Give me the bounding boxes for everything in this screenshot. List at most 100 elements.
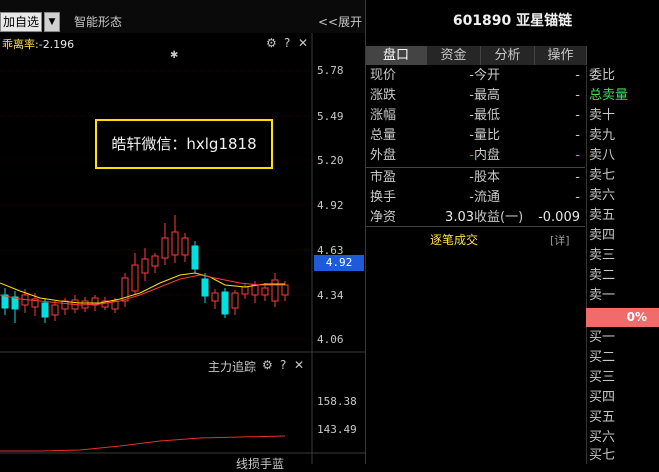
candle-body — [191, 245, 199, 270]
overlay-text-box: 皓轩微信：hxlg1818 — [95, 119, 273, 169]
order-ratio-label: 委比 — [589, 68, 616, 83]
bias-label: 乖离率: — [2, 38, 39, 51]
candle-body — [221, 291, 229, 315]
tab-operation[interactable]: 操作 — [535, 46, 587, 65]
sell-level: 卖七 — [589, 168, 616, 183]
bias-value: -2.196 — [38, 38, 75, 51]
candle-body — [231, 292, 239, 309]
expand-button[interactable]: <<展开 — [318, 13, 362, 30]
sub-axis-label: 158.38 — [317, 395, 357, 408]
info-label: 换手 — [370, 190, 397, 205]
info-label: 最低 — [474, 108, 501, 123]
info-value: - — [469, 128, 474, 143]
candle-body — [281, 284, 289, 296]
info-value: - — [575, 68, 580, 83]
info-value: - — [469, 148, 474, 163]
sell-level: 卖八 — [589, 148, 616, 163]
info-divider — [366, 226, 585, 227]
bias-indicator: 乖离率:-2.196 — [2, 36, 74, 52]
price-axis-label: 4.92 — [317, 199, 344, 212]
info-value: - — [469, 88, 474, 103]
info-value: - — [469, 170, 474, 185]
info-value: - — [575, 148, 580, 163]
info-label: 总量 — [370, 128, 397, 143]
info-label: 量比 — [474, 128, 501, 143]
tab-pankou[interactable]: 盘口 — [366, 46, 427, 65]
info-label: 最高 — [474, 88, 501, 103]
detail-link[interactable]: [详] — [550, 232, 570, 248]
tick-trades-link[interactable]: 逐笔成交 — [430, 231, 478, 248]
candle-body — [251, 284, 259, 296]
help-icon[interactable]: ? — [284, 36, 290, 50]
info-value: - — [469, 68, 474, 83]
sell-level: 卖四 — [589, 228, 616, 243]
close-icon[interactable]: ✕ — [294, 358, 304, 372]
sell-level: 卖五 — [589, 208, 616, 223]
buy-level: 买五 — [589, 410, 616, 425]
info-label: 涨幅 — [370, 108, 397, 123]
watchlist-dropdown-icon[interactable]: ▼ — [44, 12, 60, 32]
sell-level: 卖三 — [589, 248, 616, 263]
info-row: 外盘 - 内盘 - — [366, 146, 586, 166]
sub-axis-label: 143.49 — [317, 423, 357, 436]
candle-body — [271, 279, 279, 302]
info-row: 涨幅 - 最低 - — [366, 106, 586, 126]
order-book: 委比 总卖量 卖十 卖九 卖八 卖七 卖六 卖五 卖四 卖三 卖二 卖一 买一 … — [586, 66, 659, 464]
main-force-line — [0, 435, 286, 452]
gear-icon[interactable]: ⚙ — [266, 36, 277, 50]
price-axis-label: 5.20 — [317, 154, 344, 167]
candle-body — [51, 304, 59, 316]
info-value: 3.03 — [445, 210, 474, 225]
info-value: - — [575, 128, 580, 143]
info-label: 现价 — [370, 68, 397, 83]
info-row: 换手 - 流通 - — [366, 188, 586, 208]
candle-body — [181, 237, 189, 256]
stock-name: 亚星锚链 — [516, 13, 573, 29]
price-axis-label: 4.06 — [317, 333, 344, 346]
buy-level: 买四 — [589, 390, 616, 405]
info-label: 股本 — [474, 170, 501, 185]
info-row: 现价 - 今开 - — [366, 66, 586, 86]
candle-body — [41, 302, 49, 318]
candle-body — [211, 292, 219, 302]
order-ratio-value: 0% — [626, 310, 647, 324]
candle-body — [241, 286, 249, 295]
info-label: 今开 — [474, 68, 501, 83]
gear-icon[interactable]: ⚙ — [262, 358, 273, 372]
buy-level: 买七 — [589, 448, 616, 463]
info-value: -0.009 — [538, 210, 580, 225]
tab-funds[interactable]: 资金 — [427, 46, 481, 65]
info-value: - — [575, 190, 580, 205]
info-label: 市盈 — [370, 170, 397, 185]
current-price-tag: 4.92 — [314, 255, 364, 271]
buy-level: 买一 — [589, 330, 616, 345]
sell-level: 卖六 — [589, 188, 616, 203]
buy-level: 买三 — [589, 370, 616, 385]
marker-icon: ✱ — [170, 50, 178, 61]
info-value: - — [575, 88, 580, 103]
candle-body — [141, 258, 149, 274]
candle-body — [151, 255, 159, 267]
buy-level: 买六 — [589, 430, 616, 445]
info-row: 市盈 - 股本 - — [366, 168, 586, 188]
candle-body — [161, 237, 169, 259]
info-value: - — [575, 108, 580, 123]
buy-level: 买二 — [589, 350, 616, 365]
info-row: 总量 - 量比 - — [366, 126, 586, 146]
info-tabs: 盘口 资金 分析 操作 — [366, 46, 587, 66]
close-icon[interactable]: ✕ — [298, 36, 308, 50]
smart-pattern-link[interactable]: 智能形态 — [74, 13, 122, 30]
help-icon[interactable]: ? — [280, 358, 286, 372]
info-value: - — [575, 170, 580, 185]
info-value: - — [469, 190, 474, 205]
add-watchlist-button[interactable]: 加自选 — [0, 12, 43, 32]
candle-body — [1, 294, 9, 309]
info-label: 涨跌 — [370, 88, 397, 103]
sell-level: 卖九 — [589, 128, 616, 143]
kline-chart[interactable]: ✱ — [0, 33, 365, 464]
tab-analysis[interactable]: 分析 — [481, 46, 535, 65]
order-ratio-bar: 0% — [586, 308, 659, 327]
candle-body — [261, 287, 269, 296]
sub-panel-title: 主力追踪 — [208, 360, 257, 374]
candle-body — [171, 231, 179, 256]
